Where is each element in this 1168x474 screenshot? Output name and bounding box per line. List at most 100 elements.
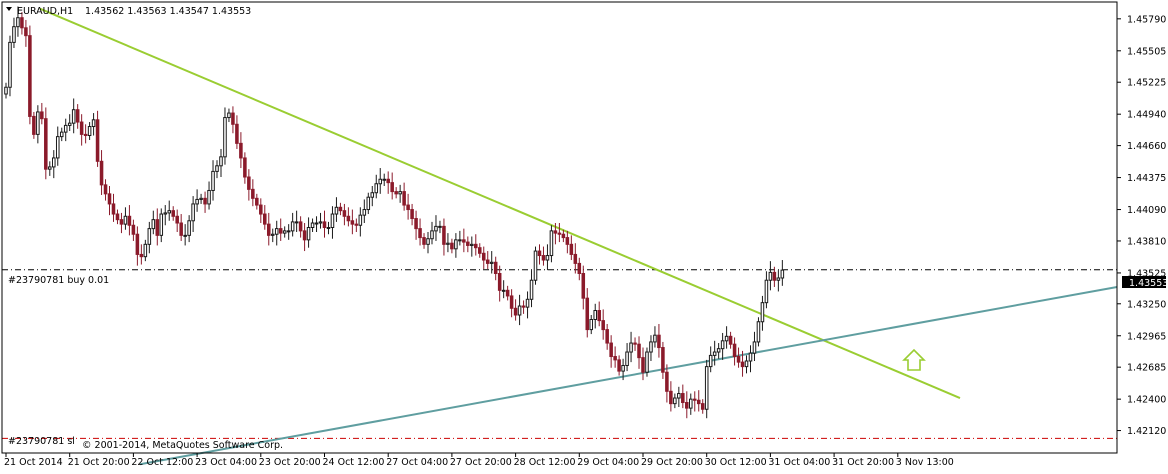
candle-body [278, 228, 283, 234]
candle-body [653, 334, 657, 343]
candle-body [16, 17, 20, 28]
candle-body [458, 239, 462, 242]
candle-body [147, 228, 152, 245]
candle-body [274, 228, 279, 235]
candle-body [657, 334, 661, 349]
copyright-text: © 2001-2014, MetaQuotes Software Corp. [82, 440, 283, 451]
candle-body [422, 237, 426, 245]
candle-body [91, 119, 96, 128]
candle-body [712, 351, 717, 356]
candle-body [251, 188, 255, 199]
candle-body [350, 220, 355, 225]
candle-body [501, 289, 506, 292]
candle-body [605, 329, 609, 344]
candle-body [505, 289, 510, 297]
candle-body [565, 237, 570, 245]
candle-body [573, 253, 578, 264]
up-arrow-icon [902, 348, 926, 371]
candle-body [326, 227, 331, 229]
candle-body [649, 341, 653, 353]
candle-body [40, 111, 44, 120]
candle-body [470, 243, 474, 246]
candle-body [75, 109, 80, 123]
candle-body [195, 198, 199, 205]
candle-body [438, 225, 442, 228]
candle-body [87, 126, 92, 137]
candle-body [334, 206, 339, 215]
candle-body [732, 343, 737, 358]
candle-body [513, 307, 518, 316]
y-tick-label: 1.42400 [1127, 395, 1166, 406]
chart-window[interactable]: 1.45790 1.45505 1.45225 1.44940 1.44660 1.443… [0, 0, 1168, 470]
candle-body [263, 213, 267, 225]
candle-body [223, 117, 227, 158]
candle-body [314, 222, 319, 225]
candle-body [617, 359, 621, 372]
candle-body [561, 233, 566, 239]
candle-body [390, 182, 394, 193]
candle-body [131, 224, 136, 235]
candle-body [155, 219, 160, 236]
y-tick-label: 1.45790 [1127, 14, 1166, 25]
candle-body [724, 335, 729, 342]
candle-body [720, 340, 725, 350]
candle-body [83, 133, 88, 137]
candle-body [509, 295, 514, 309]
candle-body [310, 222, 315, 228]
candle-body [537, 250, 542, 257]
x-tick-label: 24 Oct 12:00 [323, 457, 385, 468]
candle-body [665, 371, 669, 392]
y-tick-label: 1.44660 [1127, 141, 1166, 152]
candle-body [199, 197, 203, 200]
candle-body [386, 178, 390, 184]
candle-body [338, 206, 343, 212]
candle-body [410, 209, 414, 220]
candle-body [637, 343, 641, 359]
price-chart[interactable]: 1.45790 1.45505 1.45225 1.44940 1.44660 1.443… [0, 0, 1168, 470]
candle-body [302, 230, 307, 241]
x-tick-label: 30 Oct 12:00 [705, 457, 767, 468]
candle-body [553, 230, 558, 234]
x-tick-label: 28 Oct 12:00 [514, 457, 576, 468]
y-tick-label: 1.44940 [1127, 110, 1166, 121]
candle-body [4, 86, 8, 95]
candle-body [215, 165, 219, 172]
candle-body [641, 357, 645, 373]
candle-body [207, 189, 211, 205]
candle-body [756, 321, 761, 343]
candle-body [609, 342, 613, 358]
candle-body [191, 203, 195, 222]
candle-body [589, 318, 594, 331]
dropdown-triangle-icon[interactable] [6, 7, 12, 11]
candle-body [704, 366, 709, 410]
candle-body [768, 271, 773, 281]
candle-body [270, 233, 275, 236]
candle-body [736, 356, 741, 363]
candle-body [163, 212, 168, 215]
uptrend-line[interactable] [139, 285, 1118, 466]
candle-body [716, 348, 721, 353]
candle-body [497, 272, 502, 291]
x-tick-label: 23 Oct 04:00 [195, 457, 257, 468]
candle-body [219, 156, 223, 167]
x-tick-label: 29 Oct 20:00 [641, 457, 703, 468]
candle-body [426, 238, 430, 245]
candle-body [744, 360, 749, 368]
x-tick-label: 29 Oct 04:00 [577, 457, 639, 468]
candle-body [55, 136, 60, 159]
candle-body [442, 225, 446, 245]
candle-body [298, 221, 303, 232]
candle-body [772, 271, 777, 281]
candle-body [673, 397, 677, 405]
candle-body [466, 241, 470, 246]
candle-body [143, 243, 148, 258]
candle-body [362, 209, 367, 216]
candle-body [294, 221, 299, 224]
candle-body [103, 184, 108, 195]
candle-body [171, 210, 175, 217]
candle-body [740, 361, 745, 368]
candle-body [625, 351, 629, 366]
candle-body [398, 191, 402, 195]
candle-body [577, 262, 582, 274]
candle-body [99, 160, 104, 186]
